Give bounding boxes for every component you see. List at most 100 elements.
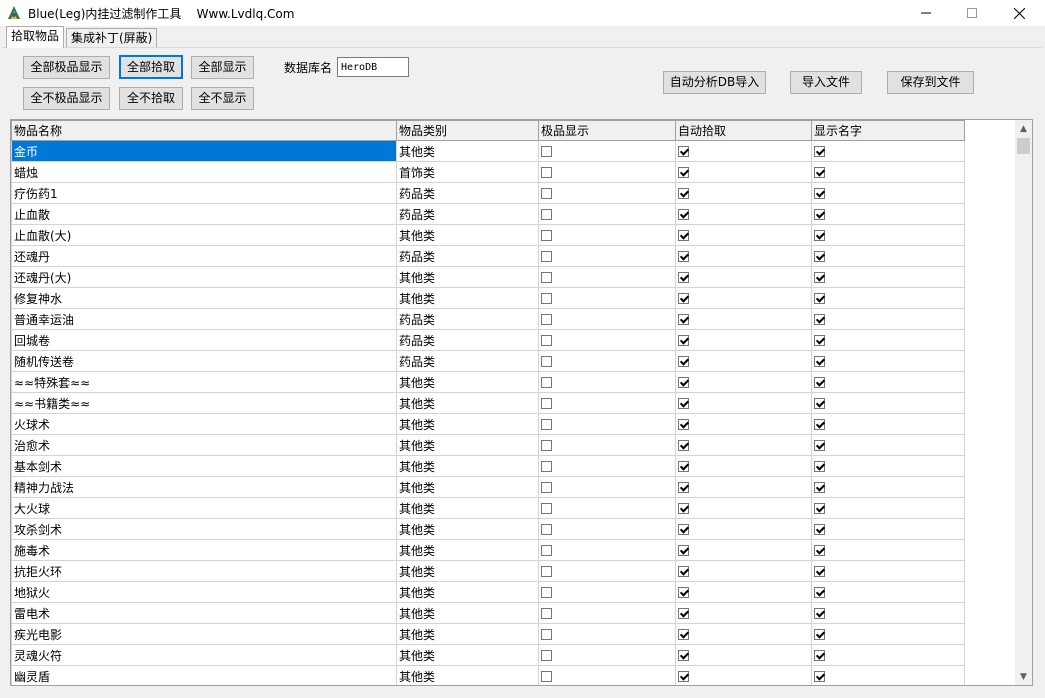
fine-show-checkbox[interactable] (541, 419, 552, 430)
column-header-category[interactable]: 物品类别 (396, 120, 539, 141)
item-name-cell[interactable]: 治愈术 (11, 434, 397, 456)
item-name-cell[interactable]: 止血散 (11, 203, 397, 225)
show-name-checkbox[interactable] (814, 482, 825, 493)
item-name-cell[interactable]: 雷电术 (11, 602, 397, 624)
table-row[interactable]: 抗拒火环 其他类 (11, 560, 965, 582)
item-category-cell[interactable]: 其他类 (396, 581, 539, 603)
auto-pickup-checkbox[interactable] (678, 587, 689, 598)
show-name-checkbox[interactable] (814, 545, 825, 556)
item-category-cell[interactable]: 其他类 (396, 434, 539, 456)
auto-analyze-db-button[interactable]: 自动分析DB导入 (663, 71, 766, 94)
maximize-button[interactable] (949, 0, 995, 26)
auto-pickup-checkbox[interactable] (678, 419, 689, 430)
auto-pickup-checkbox[interactable] (678, 209, 689, 220)
fine-show-checkbox[interactable] (541, 146, 552, 157)
show-name-checkbox[interactable] (814, 461, 825, 472)
show-name-checkbox[interactable] (814, 650, 825, 661)
auto-pickup-checkbox[interactable] (678, 377, 689, 388)
show-name-checkbox[interactable] (814, 272, 825, 283)
item-category-cell[interactable]: 其他类 (396, 623, 539, 645)
fine-show-checkbox[interactable] (541, 503, 552, 514)
item-name-cell[interactable]: 蜡烛 (11, 161, 397, 183)
table-row[interactable]: 灵魂火符 其他类 (11, 644, 965, 666)
item-category-cell[interactable]: 其他类 (396, 644, 539, 666)
table-row[interactable]: 基本剑术 其他类 (11, 455, 965, 477)
fine-show-checkbox[interactable] (541, 188, 552, 199)
show-name-checkbox[interactable] (814, 251, 825, 262)
table-row[interactable]: 回城卷 药品类 (11, 329, 965, 351)
item-category-cell[interactable]: 其他类 (396, 497, 539, 519)
auto-pickup-checkbox[interactable] (678, 293, 689, 304)
save-to-file-button[interactable]: 保存到文件 (887, 71, 974, 94)
table-row[interactable]: 精神力战法 其他类 (11, 476, 965, 498)
item-category-cell[interactable]: 药品类 (396, 203, 539, 225)
show-name-checkbox[interactable] (814, 188, 825, 199)
all-show-button[interactable]: 全部显示 (191, 56, 254, 79)
auto-pickup-checkbox[interactable] (678, 230, 689, 241)
fine-show-checkbox[interactable] (541, 608, 552, 619)
scroll-up-icon[interactable]: ▲ (1015, 120, 1032, 137)
vertical-scrollbar[interactable]: ▲ ▼ (1015, 120, 1032, 685)
table-row[interactable]: ≈≈特殊套≈≈ 其他类 (11, 371, 965, 393)
item-category-cell[interactable]: 其他类 (396, 140, 539, 162)
auto-pickup-checkbox[interactable] (678, 314, 689, 325)
table-row[interactable]: 止血散 药品类 (11, 203, 965, 225)
item-name-cell[interactable]: ≈≈书籍类≈≈ (11, 392, 397, 414)
auto-pickup-checkbox[interactable] (678, 608, 689, 619)
auto-pickup-checkbox[interactable] (678, 146, 689, 157)
auto-pickup-checkbox[interactable] (678, 167, 689, 178)
fine-show-checkbox[interactable] (541, 314, 552, 325)
item-category-cell[interactable]: 其他类 (396, 287, 539, 309)
db-name-input[interactable] (337, 57, 409, 77)
table-row[interactable]: 还魂丹(大) 其他类 (11, 266, 965, 288)
item-name-cell[interactable]: 大火球 (11, 497, 397, 519)
table-row[interactable]: 修复神水 其他类 (11, 287, 965, 309)
item-category-cell[interactable]: 其他类 (396, 476, 539, 498)
show-name-checkbox[interactable] (814, 146, 825, 157)
show-name-checkbox[interactable] (814, 524, 825, 535)
fine-show-checkbox[interactable] (541, 167, 552, 178)
item-category-cell[interactable]: 其他类 (396, 392, 539, 414)
item-name-cell[interactable]: 灵魂火符 (11, 644, 397, 666)
item-name-cell[interactable]: ≈≈特殊套≈≈ (11, 371, 397, 393)
item-name-cell[interactable]: 地狱火 (11, 581, 397, 603)
item-name-cell[interactable]: 抗拒火环 (11, 560, 397, 582)
fine-show-checkbox[interactable] (541, 293, 552, 304)
item-category-cell[interactable]: 其他类 (396, 371, 539, 393)
all-fine-show-button[interactable]: 全部极品显示 (23, 56, 110, 79)
item-name-cell[interactable]: 金币 (11, 140, 397, 162)
auto-pickup-checkbox[interactable] (678, 335, 689, 346)
fine-show-checkbox[interactable] (541, 272, 552, 283)
table-row[interactable]: 大火球 其他类 (11, 497, 965, 519)
table-row[interactable]: 幽灵盾 其他类 (11, 665, 965, 685)
none-show-button[interactable]: 全不显示 (191, 87, 254, 110)
column-header-auto-pickup[interactable]: 自动拾取 (675, 120, 812, 141)
auto-pickup-checkbox[interactable] (678, 440, 689, 451)
item-name-cell[interactable]: 随机传送卷 (11, 350, 397, 372)
item-name-cell[interactable]: 幽灵盾 (11, 665, 397, 685)
fine-show-checkbox[interactable] (541, 377, 552, 388)
column-header-fine-show[interactable]: 极品显示 (538, 120, 676, 141)
auto-pickup-checkbox[interactable] (678, 398, 689, 409)
item-name-cell[interactable]: 还魂丹(大) (11, 266, 397, 288)
table-row[interactable]: 随机传送卷 药品类 (11, 350, 965, 372)
column-header-item-name[interactable]: 物品名称 (11, 120, 397, 141)
auto-pickup-checkbox[interactable] (678, 671, 689, 682)
auto-pickup-checkbox[interactable] (678, 482, 689, 493)
item-name-cell[interactable]: 攻杀剑术 (11, 518, 397, 540)
auto-pickup-checkbox[interactable] (678, 524, 689, 535)
import-file-button[interactable]: 导入文件 (790, 71, 862, 94)
table-row[interactable]: 止血散(大) 其他类 (11, 224, 965, 246)
table-row[interactable]: 蜡烛 首饰类 (11, 161, 965, 183)
scroll-thumb[interactable] (1017, 138, 1030, 154)
fine-show-checkbox[interactable] (541, 461, 552, 472)
show-name-checkbox[interactable] (814, 587, 825, 598)
table-row[interactable]: 攻杀剑术 其他类 (11, 518, 965, 540)
item-category-cell[interactable]: 首饰类 (396, 161, 539, 183)
item-category-cell[interactable]: 其他类 (396, 266, 539, 288)
item-category-cell[interactable]: 其他类 (396, 413, 539, 435)
item-name-cell[interactable]: 精神力战法 (11, 476, 397, 498)
item-category-cell[interactable]: 药品类 (396, 350, 539, 372)
fine-show-checkbox[interactable] (541, 251, 552, 262)
show-name-checkbox[interactable] (814, 293, 825, 304)
